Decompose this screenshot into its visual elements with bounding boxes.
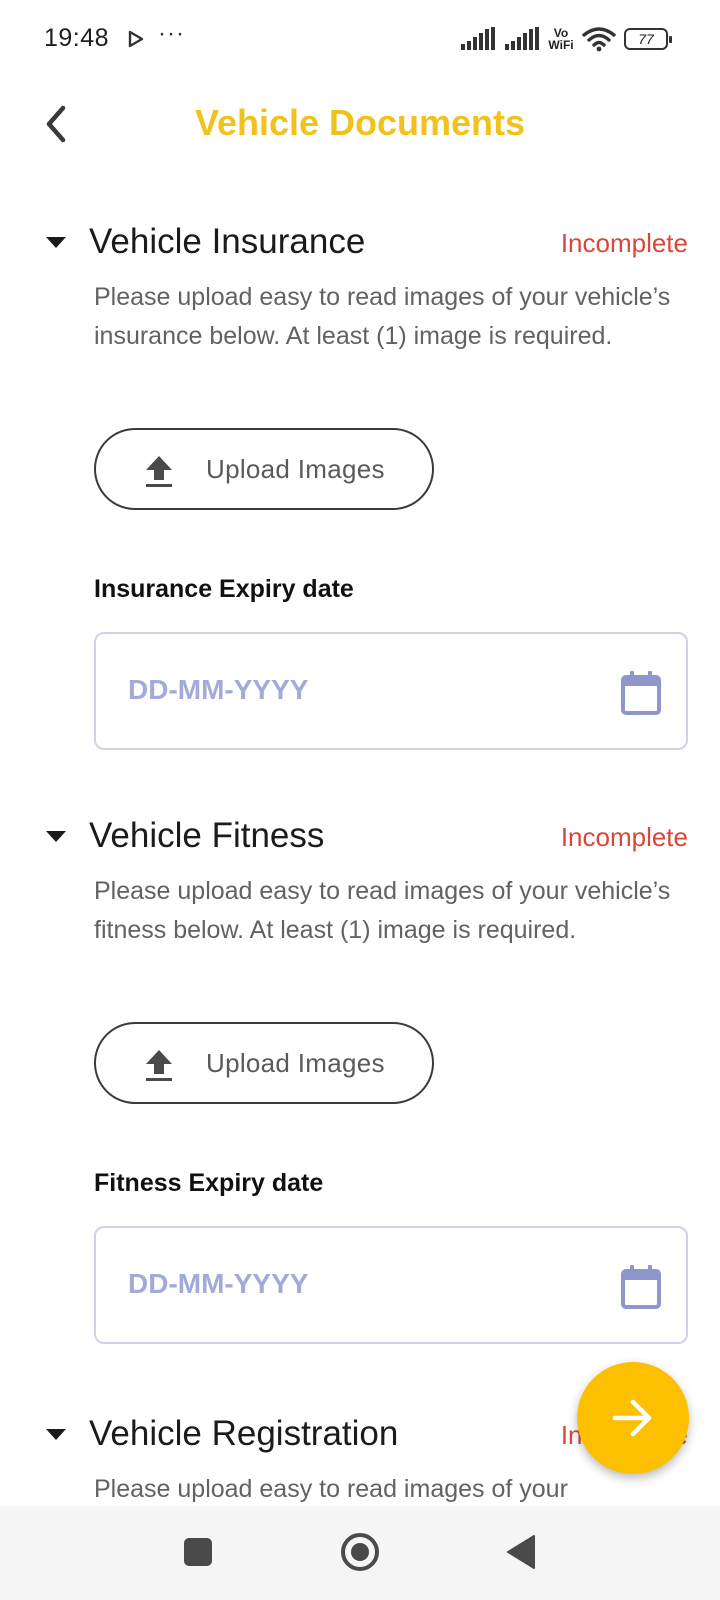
status-badge: Incomplete [560, 228, 688, 258]
caret-down-icon[interactable] [46, 831, 66, 843]
app-header: Vehicle Documents [0, 86, 720, 166]
section-title: Vehicle Insurance [89, 222, 366, 261]
status-indicators: Vo WiFi 77 [460, 22, 672, 56]
system-nav-bar [0, 1506, 720, 1600]
upload-images-button[interactable]: Upload Images [94, 428, 434, 510]
section-header[interactable]: Vehicle Fitness Incomplete [0, 814, 720, 864]
calendar-icon[interactable] [620, 670, 662, 716]
insurance-expiry-date-input[interactable] [128, 674, 568, 706]
section-description: Please upload easy to read images of you… [94, 877, 671, 944]
upload-images-button[interactable]: Upload Images [94, 1022, 434, 1104]
section-header[interactable]: Vehicle Insurance Incomplete [0, 220, 720, 270]
section-vehicle-fitness: Vehicle Fitness Incomplete Please upload… [0, 814, 720, 1354]
cell-signal-icon [505, 27, 539, 50]
play-icon [128, 30, 144, 48]
next-fab-button[interactable] [577, 1362, 689, 1474]
more-dots: ··· [158, 20, 185, 47]
vowifi-label: Vo WiFi [548, 26, 574, 52]
home-button[interactable] [340, 1532, 380, 1572]
status-time: 19:48 [44, 24, 110, 52]
wifi-icon [582, 27, 616, 52]
arrow-right-icon [612, 1399, 652, 1437]
page-title: Vehicle Documents [194, 102, 526, 143]
upload-icon [146, 456, 172, 487]
status-badge: Incomplete [560, 822, 688, 852]
calendar-icon[interactable] [620, 1264, 662, 1310]
insurance-expiry-date-field[interactable] [94, 632, 688, 750]
section-vehicle-insurance: Vehicle Insurance Incomplete Please uplo… [0, 220, 720, 760]
caret-down-icon[interactable] [46, 237, 66, 249]
caret-down-icon[interactable] [46, 1429, 66, 1441]
fitness-expiry-date-field[interactable] [94, 1226, 688, 1344]
upload-button-label: Upload Images [206, 454, 385, 484]
status-bar: 19:48 ··· Vo WiFi 77 [0, 0, 720, 80]
fitness-expiry-date-input[interactable] [128, 1268, 568, 1300]
date-label: Fitness Expiry date [94, 1169, 324, 1197]
cell-signal-icon [461, 27, 495, 50]
date-label: Insurance Expiry date [94, 575, 354, 603]
recent-apps-button[interactable] [184, 1538, 212, 1566]
section-title: Vehicle Fitness [89, 816, 325, 855]
section-title: Vehicle Registration [89, 1414, 399, 1453]
back-triangle-icon[interactable] [506, 1534, 536, 1570]
upload-button-label: Upload Images [206, 1048, 385, 1078]
battery-indicator: 77 [624, 28, 672, 50]
section-description: Please upload easy to read images of you… [94, 1475, 568, 1503]
upload-icon [146, 1050, 172, 1081]
section-description: Please upload easy to read images of you… [94, 283, 671, 350]
